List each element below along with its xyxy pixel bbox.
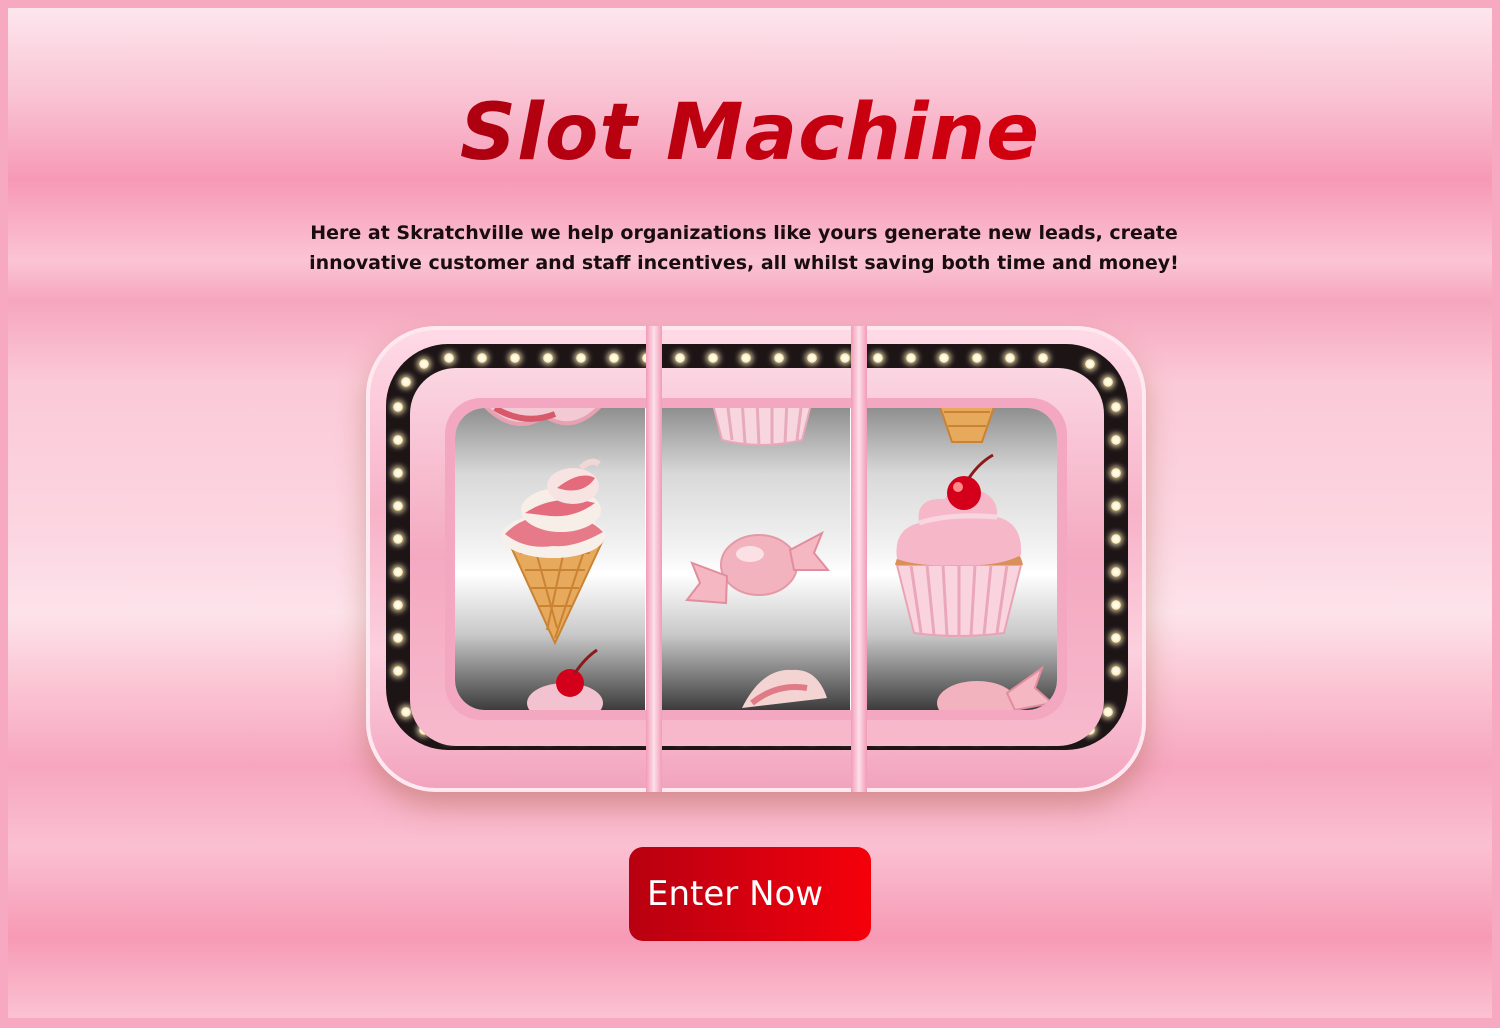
marquee-bulb — [1085, 358, 1095, 369]
marquee-bulb — [393, 501, 403, 511]
marquee-bulb — [1111, 501, 1121, 511]
marquee-bulb — [393, 534, 403, 544]
ice-cream-cone-icon — [501, 458, 605, 646]
marquee-bulb — [1111, 600, 1121, 610]
marquee-bulb — [393, 600, 403, 610]
cupcake-icon — [895, 453, 1023, 637]
marquee-bulb — [400, 377, 411, 387]
marquee-bulb — [774, 353, 784, 363]
marquee-bulb — [393, 633, 403, 643]
marquee-bulb — [393, 567, 403, 577]
marquee-bulb — [477, 353, 487, 363]
marquee-bulb — [1111, 534, 1121, 544]
marquee-bulb — [393, 435, 403, 445]
marquee-bulb — [444, 353, 454, 363]
wrapped-candy-icon — [937, 665, 1055, 710]
marquee-bulb — [609, 353, 619, 363]
reel-divider — [851, 326, 867, 792]
reel-2 — [662, 408, 850, 710]
marquee-bulb — [543, 353, 553, 363]
marquee-bulb — [873, 353, 883, 363]
marquee-bulb — [1111, 435, 1121, 445]
marquee-bulb — [675, 353, 685, 363]
marquee-bulb — [1038, 353, 1048, 363]
marquee-bulb — [393, 666, 403, 676]
marquee-bulb — [741, 353, 751, 363]
marquee-bulb — [1111, 468, 1121, 478]
marquee-bulb — [807, 353, 817, 363]
marquee-bulb — [576, 353, 586, 363]
marquee-bulb — [1111, 633, 1121, 643]
reel-1 — [455, 408, 645, 710]
marquee-bulb — [1111, 666, 1121, 676]
marquee-bulb — [419, 358, 429, 369]
marquee-bulb — [1111, 567, 1121, 577]
wrapped-candy-icon — [685, 530, 831, 605]
marquee-bulb — [1005, 353, 1015, 363]
marquee-bulb — [1111, 402, 1121, 412]
ice-cream-cone-icon — [939, 408, 995, 443]
reel-divider — [646, 326, 662, 792]
marquee-bulb — [939, 353, 949, 363]
marquee-bulb — [708, 353, 718, 363]
marquee-bulb — [393, 402, 403, 412]
marquee-bulb — [393, 468, 403, 478]
cupcake-icon — [527, 648, 603, 710]
marquee-bulb — [510, 353, 520, 363]
cupcake-icon — [712, 408, 812, 447]
marquee-bulb — [972, 353, 982, 363]
marquee-bulb — [840, 353, 850, 363]
reel-3 — [867, 408, 1057, 710]
intro-text: Here at Skratchville we help organizatio… — [309, 222, 1179, 274]
marquee-bulb — [400, 707, 411, 717]
reel-window — [455, 408, 1057, 710]
ice-cream-cone-icon — [742, 669, 827, 708]
page-title: Slot Machine — [0, 88, 1500, 178]
cupcake-icon — [484, 408, 602, 426]
marquee-bulb — [906, 353, 916, 363]
enter-now-button[interactable]: Enter Now — [629, 847, 871, 941]
